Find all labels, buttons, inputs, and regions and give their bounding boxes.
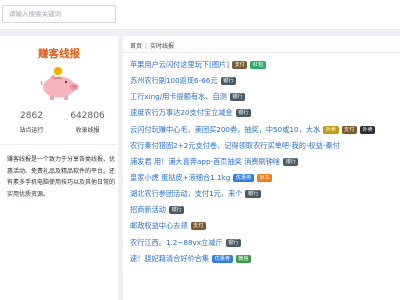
stat-label: 收录线报 [75,127,100,134]
stat-posts-collected: 642806 收录线报 [58,111,117,134]
stat-days-running: 2862 站点运行 [2,111,61,134]
post-title-link[interactable]: 皇家小虎 蛋挞皮+液细合1.1kg [130,173,230,183]
post-tag[interactable]: 京东 [256,174,273,183]
post-tag[interactable]: 外卖 [359,125,376,134]
divider [123,52,400,53]
breadcrumb-separator: | [145,43,148,50]
piggy-bank-icon [40,66,79,100]
post-title-link[interactable]: 苏州农行刷100返现6-66元 [130,76,218,86]
list-item[interactable]: 浦发君 用！浦大喜奔app-首页抽奖 消费刷钟啥 银行 [130,154,398,170]
post-title-link[interactable]: 浦发君 用！浦大喜奔app-首页抽奖 消费刷钟啥 [130,157,280,167]
post-title-link[interactable]: 云闪付玩赚中心毛，美团买200券，抽奖，中50或10，大水 [130,125,320,135]
post-tag[interactable]: 银行 [168,206,185,215]
breadcrumb-home-link[interactable]: 首页 [130,43,142,50]
list-item[interactable]: 招商新活动 银行 [130,202,398,218]
post-title-link[interactable]: 苹果用户云闪付这里玩下[图片] [130,60,229,70]
list-item[interactable]: 苹果用户云闪付这里玩下[图片] 支付 红包 [130,57,398,73]
list-item[interactable]: 速度农行万事达20支付宝立减金 银行 [130,105,398,121]
list-item[interactable]: 工行xing/用卡提额有水、自测 银行 [130,89,398,105]
post-tag[interactable]: 优惠券 [233,174,254,183]
sidebar: 赚客线报 2862 站点运行 642806 收录线报 赚客线报是一个致力于分享各… [0,36,118,300]
post-tag[interactable]: 支付 [341,125,357,134]
list-item[interactable]: 云闪付玩赚中心毛，美团买200券，抽奖，中50或10，大水 外卖 支付 外卖 [130,122,398,138]
post-tag[interactable]: 银行 [235,109,251,118]
stat-value: 642806 [70,111,105,121]
post-tag[interactable]: 外卖 [323,125,339,134]
post-list-panel: 首页 | 实时线报 苹果用户云闪付这里玩下[图片] 支付 红包 苏州农行刷100返现6-6… [123,36,400,300]
post-tag[interactable]: 优惠券 [212,254,233,263]
list-item[interactable]: 苏州农行刷100返现6-66元 银行 [130,73,398,89]
post-title-link[interactable]: 速度农行万事达20支付宝立减金 [130,108,233,118]
post-tag[interactable]: 支付 [232,61,248,70]
divider [0,144,118,145]
list-item[interactable]: 农行江西。1.2~88vx立减斤 银行 [130,235,398,251]
list-item[interactable]: 皇家小虎 蛋挞皮+液细合1.1kg 优惠券 京东 [130,170,398,186]
post-tag[interactable]: 银行 [225,238,241,247]
post-tag[interactable]: 微信 [235,254,252,263]
post-title-link[interactable]: 湖北农行参团活动，支付1元，来个 [130,189,242,199]
post-list: 苹果用户云闪付这里玩下[图片] 支付 红包 苏州农行刷100返现6-66元 银行 工行xi… [130,57,398,267]
post-title-link[interactable]: 邮政权益中心去领 [130,221,188,231]
post-tag[interactable]: 银行 [220,77,236,86]
post-tag[interactable]: 银行 [245,190,261,199]
site-title: 赚客线报 [38,48,80,60]
stat-value: 2862 [20,111,43,121]
post-tag[interactable]: 红包 [250,61,266,70]
post-title-link[interactable]: 农行秦付猎固2+2元支付卷，记得领取农行买单吧-我的-权益-秦付 [130,141,340,151]
top-bar [0,0,400,30]
list-item[interactable]: 邮政权益中心去领 支付 [130,218,398,234]
list-item[interactable]: 速！骁妃藉清合好价合集 优惠券 微信 [130,251,398,267]
breadcrumb: 首页 | 实时线报 [130,41,174,50]
post-title-link[interactable]: 招商新活动 [130,205,166,215]
post-tag[interactable]: 银行 [229,93,246,102]
post-title-link[interactable]: 速！骁妃藉清合好价合集 [130,254,209,264]
post-title-link[interactable]: 农行江西。1.2~88vx立减斤 [130,238,223,248]
list-item[interactable]: 农行秦付猎固2+2元支付卷，记得领取农行买单吧-我的-权益-秦付 [130,138,398,154]
list-item[interactable]: 湖北农行参团活动，支付1元，来个 银行 [130,186,398,202]
post-tag[interactable]: 支付 [190,222,206,231]
post-tag[interactable]: 银行 [283,157,299,166]
stat-label: 站点运行 [19,127,44,134]
breadcrumb-current: 实时线报 [150,43,175,50]
post-title-link[interactable]: 工行xing/用卡提额有水、自测 [130,92,227,102]
search-input[interactable] [2,5,116,23]
site-description: 赚客线报是一个致力于分享各类线报、优惠活动、免费礼品及精品软件的平台。还有素多手… [7,156,116,198]
